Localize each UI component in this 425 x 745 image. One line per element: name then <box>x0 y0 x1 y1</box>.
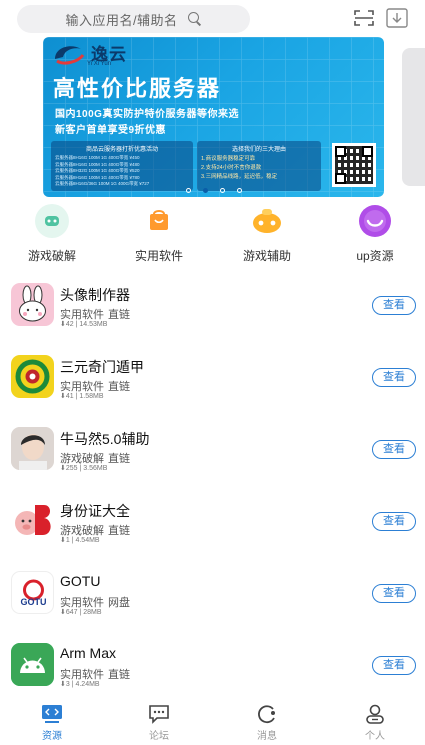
nav-resources[interactable]: 资源 <box>22 704 82 742</box>
carousel-dot[interactable] <box>219 188 225 193</box>
app-name: 身份证大全 <box>60 503 130 519</box>
app-stats: ⬇1 | 4.54MB <box>60 537 100 544</box>
bottom-navigation: 资源 论坛 消息 个人 <box>0 700 425 745</box>
reason-item: 1.商议服务器稳定可靠 <box>201 156 256 162</box>
view-button[interactable]: 查看 <box>372 296 416 315</box>
list-item[interactable]: Arm Max 实用软件 直链 ⬇3 | 4.24MB 查看 <box>0 630 425 702</box>
category-label: 游戏辅助 <box>242 249 291 263</box>
app-name: GOTU <box>60 573 101 589</box>
category-label: 游戏破解 <box>27 249 76 263</box>
download-icon[interactable] <box>386 8 408 28</box>
app-stats: ⬇3 | 4.24MB <box>60 681 100 688</box>
nav-profile[interactable]: 个人 <box>345 704 405 742</box>
scan-icon[interactable] <box>354 9 374 27</box>
app-link-type: 直链 <box>108 381 130 393</box>
list-item[interactable]: GOTU GOTU 实用软件 网盘 ⬇647 | 28MB 查看 <box>0 558 425 630</box>
banner-pricing-panel: 商品云服务器打折优惠活动 云服务器8H16G 100M 1G 400G带宽 ¥4… <box>51 141 193 191</box>
search-placeholder: 输入应用名/辅助名 <box>65 12 178 28</box>
portrait-icon <box>11 427 54 470</box>
banner-line-2: 新客户首单享受9折优惠 <box>55 125 167 136</box>
app-name: 头像制作器 <box>60 287 130 303</box>
app-link-type: 直链 <box>108 525 130 537</box>
carousel-indicator <box>43 188 384 193</box>
nav-messages[interactable]: 消息 <box>237 704 297 742</box>
list-item[interactable]: 身份证大全 游戏破解 直链 ⬇1 | 4.54MB 查看 <box>0 486 425 558</box>
category-game-crack[interactable]: 游戏破解 <box>7 204 97 264</box>
category-row: 游戏破解 实用软件 游戏辅助 up资源 <box>0 204 425 266</box>
top-bar: 输入应用名/辅助名 <box>0 0 425 38</box>
carousel-dot[interactable] <box>185 188 191 193</box>
bunny-icon <box>11 283 54 326</box>
view-button[interactable]: 查看 <box>372 656 416 675</box>
nav-label: 论坛 <box>149 731 169 742</box>
side-drawer-handle[interactable] <box>402 48 425 186</box>
bagua-icon <box>11 355 54 398</box>
view-button[interactable]: 查看 <box>372 584 416 603</box>
pricing-panel-title: 商品云服务器打折优惠活动 <box>85 147 158 153</box>
search-icon[interactable] <box>187 12 202 26</box>
app-stats: ⬇255 | 3.56MB <box>60 465 108 472</box>
banner-title: 高性价比服务器 <box>53 76 222 101</box>
list-item[interactable]: 牛马然5.0辅助 游戏破解 直链 ⬇255 | 3.56MB 查看 <box>0 414 425 486</box>
code-icon <box>41 704 63 724</box>
search-bar[interactable]: 输入应用名/辅助名 <box>17 5 250 33</box>
carousel-dot-active[interactable] <box>202 188 208 193</box>
list-item[interactable]: 三元奇门遁甲 实用软件 直链 ⬇41 | 1.58MB 查看 <box>0 342 425 414</box>
view-button[interactable]: 查看 <box>372 368 416 387</box>
message-icon <box>256 704 278 724</box>
banner-reasons-panel: 选择我们的三大理由 1.商议服务器稳定可靠 2.支持24小时不言你退款 3.三网… <box>197 141 321 191</box>
app-stats: ⬇42 | 14.53MB <box>60 321 108 328</box>
category-up-resources[interactable]: up资源 <box>330 204 420 264</box>
nav-forum[interactable]: 论坛 <box>129 704 189 742</box>
view-button[interactable]: 查看 <box>372 512 416 531</box>
promo-banner[interactable]: 逸云 Yi Xi Yun 高性价比服务器 国内100G真实防护特价服务器等你来选… <box>43 37 384 197</box>
category-label: 实用软件 <box>134 249 183 263</box>
android-icon <box>11 643 54 686</box>
bag-icon <box>142 204 176 238</box>
category-label: up资源 <box>356 249 394 263</box>
svg-text:GOTU: GOTU <box>21 597 47 607</box>
app-link-type: 直链 <box>108 453 130 465</box>
banner-line-1: 国内100G真实防护特价服务器等你来选 <box>55 109 239 120</box>
person-icon <box>364 704 386 724</box>
reason-item: 2.支持24小时不言你退款 <box>201 165 262 171</box>
qr-code-icon <box>332 143 376 187</box>
nav-label: 资源 <box>42 731 62 742</box>
controller-icon <box>250 204 284 238</box>
gotu-logo-icon: GOTU <box>11 571 54 614</box>
pricing-row: 云服务器8H16G/36G 100M 1G 400G带宽 ¥727 <box>55 181 150 186</box>
brand-logo-icon <box>55 46 85 65</box>
category-game-assist[interactable]: 游戏辅助 <box>222 204 312 264</box>
app-link-type: 网盘 <box>108 597 130 609</box>
smile-icon <box>358 204 392 238</box>
list-item[interactable]: 头像制作器 实用软件 直链 ⬇42 | 14.53MB 查看 <box>0 270 425 342</box>
nav-label: 个人 <box>365 731 385 742</box>
app-name: 牛马然5.0辅助 <box>60 431 150 447</box>
category-utility[interactable]: 实用软件 <box>114 204 204 264</box>
gamepad-icon <box>35 204 69 238</box>
app-link-type: 直链 <box>108 309 130 321</box>
reasons-panel-title: 选择我们的三大理由 <box>231 147 286 153</box>
app-name: 三元奇门遁甲 <box>60 359 144 375</box>
view-button[interactable]: 查看 <box>372 440 416 459</box>
chat-icon <box>148 704 170 724</box>
app-link-type: 直链 <box>108 669 130 681</box>
nav-label: 消息 <box>257 731 277 742</box>
reason-item: 3.三网精品线路，延迟低，稳定 <box>201 174 278 180</box>
carousel-dot[interactable] <box>236 188 242 193</box>
app-stats: ⬇41 | 1.58MB <box>60 393 104 400</box>
pig-b-icon <box>11 499 54 542</box>
banner-brand-sub: Yi Xi Yun <box>87 61 112 67</box>
app-stats: ⬇647 | 28MB <box>60 609 102 616</box>
app-name: Arm Max <box>60 645 116 661</box>
